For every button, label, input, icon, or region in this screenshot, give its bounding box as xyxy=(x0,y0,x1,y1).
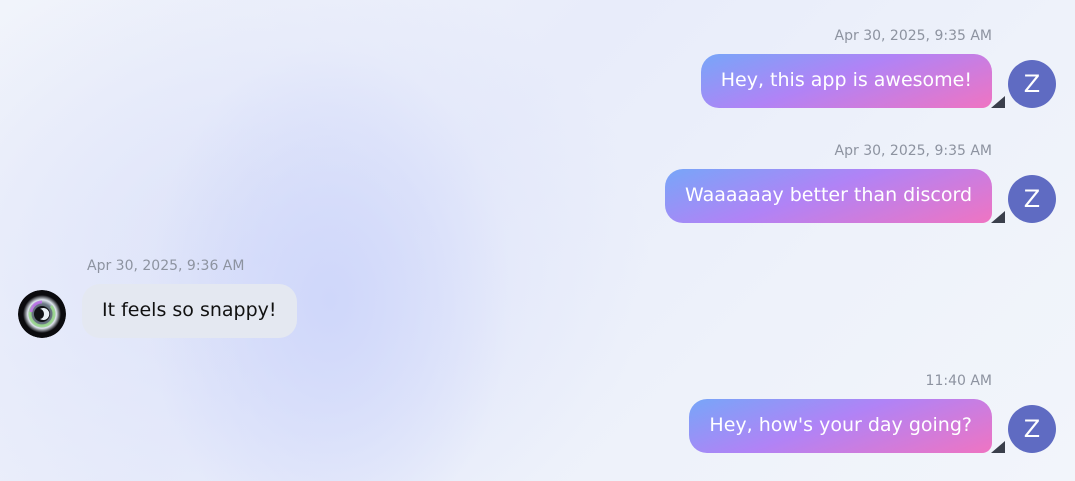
message-outgoing: 11:40 AM Hey, how's your day going? Z xyxy=(0,0,1075,470)
bubble-tail xyxy=(991,441,1005,453)
message-bubble[interactable]: Hey, how's your day going? xyxy=(689,399,992,453)
message-timestamp: 11:40 AM xyxy=(925,373,992,389)
chat-message-list: Apr 30, 2025, 9:35 AM Hey, this app is a… xyxy=(0,0,1075,481)
user-avatar[interactable]: Z xyxy=(1008,405,1056,453)
